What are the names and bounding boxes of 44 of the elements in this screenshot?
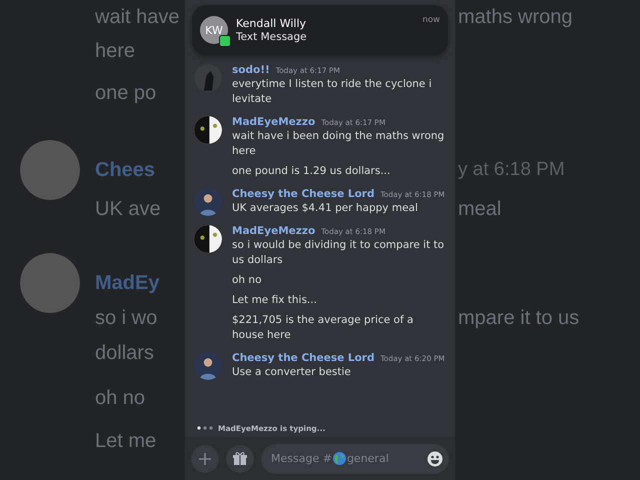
gift-button[interactable] (226, 444, 254, 472)
timestamp: y at 6:18 PM (458, 159, 565, 181)
message-text: so i would be dividing it to compare it to us dollars (232, 238, 445, 268)
avatar-icon[interactable] (194, 116, 222, 144)
message-text: mpare it to us (458, 306, 580, 330)
author-name: MadEy (95, 272, 160, 294)
message-text: oh no (232, 273, 262, 288)
message-text: oh no (95, 386, 146, 410)
author-name[interactable]: MadEyeMezzo (232, 225, 316, 237)
message-text: maths wrong (458, 6, 572, 28)
message-text: Use a converter bestie (232, 365, 352, 380)
message-text: one pound is 1.29 us dollars... (232, 164, 392, 179)
message-text: here (95, 40, 136, 62)
notification-subtitle: Text Message (236, 31, 308, 43)
message-text: so i wo (95, 306, 158, 330)
message-text: UK ave (95, 198, 161, 220)
message-input-field[interactable]: Message # general (261, 444, 449, 474)
messages-badge-icon (219, 35, 231, 47)
gift-icon (233, 452, 247, 466)
message-text: wait have (95, 6, 180, 28)
contact-avatar: KW (200, 16, 228, 44)
message-text: wait have i been doing the maths wrong here (232, 129, 445, 159)
author-name[interactable]: MadEyeMezzo (232, 116, 316, 128)
typing-dots-icon (197, 426, 213, 430)
add-button[interactable] (191, 444, 219, 472)
author-name: Chees (95, 158, 156, 182)
plus-icon (199, 452, 211, 464)
globe-icon (332, 452, 346, 465)
emoji-icon[interactable] (427, 450, 443, 466)
author-name[interactable]: Cheesy the Cheese Lord (232, 188, 374, 200)
message-text: UK averages $4.41 per happy meal (232, 201, 419, 216)
message-text: $221,705 is the average price of a house here (232, 313, 414, 343)
notification-time: now (422, 15, 440, 25)
notification-banner[interactable]: KW Kendall Willy Text Message now (192, 5, 448, 55)
notification-sender: Kendall Willy (236, 17, 308, 30)
message-text: Let me fix this... (232, 293, 318, 308)
author-name[interactable]: sodo!! (232, 64, 270, 76)
author-name[interactable]: Cheesy the Cheese Lord (232, 352, 374, 364)
avatar-icon[interactable] (194, 225, 222, 253)
message-text: dollars (95, 342, 154, 364)
message-text: everytime I listen to ride the cyclone i levitate (232, 77, 433, 107)
message-text: Let me (95, 430, 156, 452)
message-text: one po (95, 82, 156, 104)
message-text: meal (458, 198, 502, 220)
